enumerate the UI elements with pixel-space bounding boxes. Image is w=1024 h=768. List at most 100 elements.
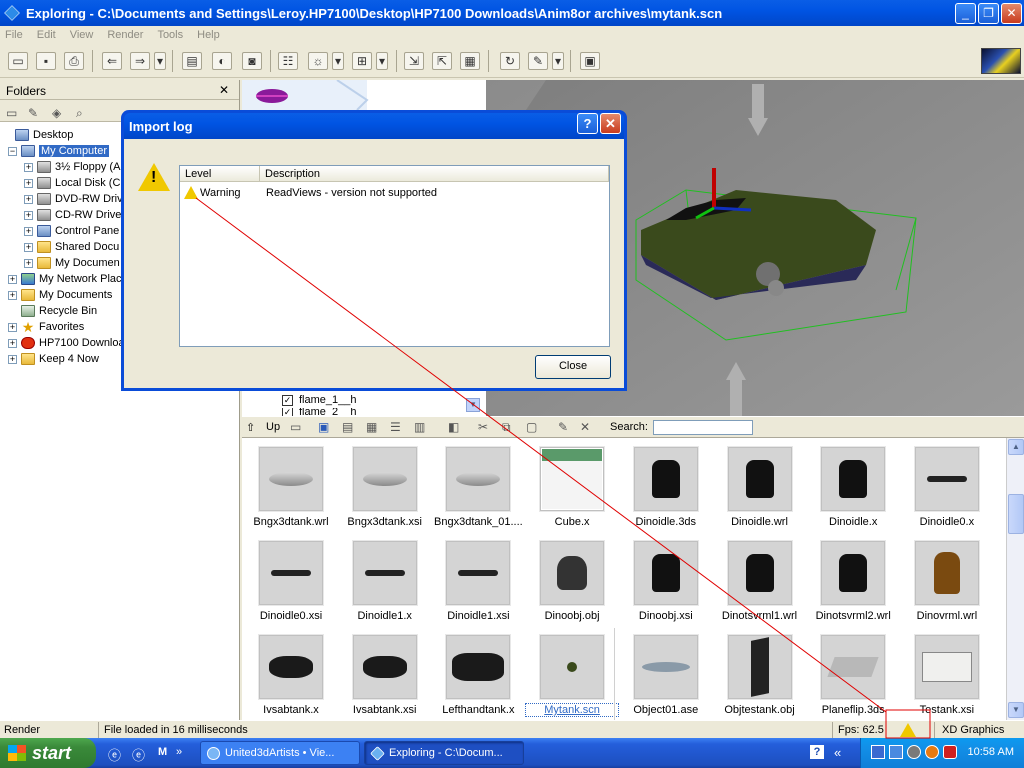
taskbar-item-united3dartists[interactable]: United3dArtists • Vie... [200, 741, 360, 765]
file-item[interactable]: Dinoobj.obj [526, 534, 618, 626]
close-button[interactable]: ✕ [1001, 3, 1022, 24]
file-item[interactable]: Dinoidle.x [807, 440, 899, 532]
import-icon[interactable]: ⇲ [404, 52, 424, 70]
light-icon[interactable]: ☼ [308, 52, 328, 70]
expand-icon[interactable]: + [8, 274, 17, 284]
expand-icon[interactable]: + [8, 354, 17, 364]
up-folder-icon[interactable]: ⇧ [246, 421, 255, 434]
file-item[interactable]: Dinoidle.wrl [714, 440, 806, 532]
tree-item[interactable]: + HP7100 Downloa [8, 335, 125, 351]
log-list[interactable]: Level Description Warning ReadViews - ve… [179, 165, 610, 347]
dropdown-icon[interactable]: ▾ [376, 52, 388, 70]
maximize-button[interactable]: ❐ [978, 3, 999, 24]
file-item[interactable]: Dinoidle0.x [901, 440, 993, 532]
help-icon[interactable]: ? [810, 745, 824, 759]
search-input[interactable] [653, 420, 753, 435]
cube-icon[interactable]: ◧ [448, 420, 459, 434]
dialog-close-icon[interactable]: ✕ [600, 113, 621, 134]
column-header-level[interactable]: Level [180, 166, 260, 182]
scroll-down-icon[interactable]: ▼ [1008, 702, 1024, 718]
delete-icon[interactable]: ✕ [580, 420, 590, 434]
outline-item[interactable]: ✓ flame_1__h [282, 392, 357, 408]
view-details-icon[interactable]: ▥ [414, 420, 425, 434]
quicklaunch-more-icon[interactable]: » [176, 746, 182, 758]
up-button[interactable]: Up [266, 421, 280, 433]
expand-icon[interactable]: + [8, 290, 17, 300]
help-button[interactable]: ? [577, 113, 598, 134]
file-item[interactable]: Dinotsvrml1.wrl [714, 534, 806, 626]
menu-help[interactable]: Help [197, 29, 220, 41]
expand-icon[interactable]: − [8, 146, 17, 156]
file-item[interactable]: Mytank.scn [525, 628, 620, 720]
file-item[interactable]: Bngx3dtank.xsi [339, 440, 431, 532]
tray-network-icon[interactable] [871, 745, 885, 759]
tag-icon[interactable]: ◈ [52, 106, 61, 120]
checkbox-icon[interactable]: ✓ [282, 408, 293, 416]
minimize-button[interactable]: _ [955, 3, 976, 24]
tree-item[interactable]: Recycle Bin [8, 303, 97, 319]
tree-item[interactable]: + My Documen [24, 255, 120, 271]
file-item[interactable]: Dinoidle1.xsi [432, 534, 524, 626]
expand-icon[interactable]: + [8, 322, 17, 332]
file-item[interactable]: Bngx3dtank.wrl [245, 440, 337, 532]
tray-disk-icon[interactable] [907, 745, 921, 759]
file-item[interactable]: Dinotsvrml2.wrl [807, 534, 899, 626]
rename-icon[interactable]: ✎ [558, 420, 568, 434]
tree-item[interactable]: +3½ Floppy (A [24, 159, 120, 175]
file-item[interactable]: Cube.x [526, 440, 618, 532]
tray-display-icon[interactable] [889, 745, 903, 759]
refresh-icon[interactable]: ↻ [500, 52, 520, 70]
file-item[interactable]: Planeflip.3ds [807, 628, 899, 720]
quicklaunch-browser-icon[interactable]: ⓔ [132, 745, 145, 764]
file-item[interactable]: Lefthandtank.x [432, 628, 524, 720]
textures-icon[interactable]: ▦ [460, 52, 480, 70]
menu-render[interactable]: Render [107, 29, 143, 41]
file-item[interactable]: Dinoidle.3ds [620, 440, 712, 532]
folder-up-icon[interactable]: ▭ [6, 106, 17, 120]
view-thumbnails-icon[interactable]: ▣ [318, 420, 329, 434]
expand-icon[interactable]: + [24, 226, 33, 236]
view-icons-icon[interactable]: ▦ [366, 420, 377, 434]
cut-icon[interactable]: ✂ [478, 420, 488, 434]
menu-edit[interactable]: Edit [37, 29, 56, 41]
edit-icon[interactable]: ✎ [28, 106, 38, 120]
dropdown-icon[interactable]: ▾ [552, 52, 564, 70]
new-folder-icon[interactable]: ▭ [290, 420, 301, 434]
file-item[interactable]: Ivsabtank.xsi [339, 628, 431, 720]
dialog-title-bar[interactable]: Import log [124, 113, 624, 139]
tray-security-icon[interactable] [943, 745, 957, 759]
grid-icon[interactable]: ⊞ [352, 52, 372, 70]
file-item[interactable]: Dinoidle1.x [339, 534, 431, 626]
render-icon[interactable]: ◐ [212, 52, 232, 70]
tree-item[interactable]: + DVD-RW Drive [24, 191, 129, 207]
close-button[interactable]: Close [535, 355, 611, 379]
file-item[interactable]: Object01.ase [620, 628, 712, 720]
quicklaunch-ie-icon[interactable]: ⓔ [108, 745, 121, 764]
close-folders-icon[interactable]: ✕ [219, 83, 229, 97]
folder-icon[interactable]: ▤ [182, 52, 202, 70]
taskbar-item-exploring[interactable]: Exploring - C:\Docum... [364, 741, 524, 765]
paste-icon[interactable]: ▢ [526, 420, 537, 434]
tree-item[interactable]: + CD-RW Drive [24, 207, 121, 223]
expand-icon[interactable]: + [24, 258, 33, 268]
tree-item[interactable]: + Control Pane [24, 223, 119, 239]
tree-item[interactable]: Desktop [2, 127, 73, 143]
vertical-scrollbar[interactable]: ▲ ▼ [1006, 438, 1024, 720]
quicklaunch-m-icon[interactable]: M [158, 746, 167, 758]
chevron-left-icon[interactable]: « [834, 745, 841, 760]
expand-icon[interactable]: + [24, 178, 33, 188]
file-item[interactable]: Ivsabtank.x [245, 628, 337, 720]
view-list-icon[interactable]: ☰ [390, 420, 401, 434]
scroll-down-icon[interactable]: ▼ [466, 398, 480, 412]
new-icon[interactable]: ▭ [8, 52, 28, 70]
save-icon[interactable]: ▪ [36, 52, 56, 70]
file-item[interactable]: Dinoobj.xsi [620, 534, 712, 626]
view-tiles-icon[interactable]: ▤ [342, 420, 353, 434]
forward-icon[interactable]: ⇒ [130, 52, 150, 70]
properties-icon[interactable]: ☷ [278, 52, 298, 70]
column-header-description[interactable]: Description [260, 166, 609, 182]
tree-item[interactable]: + My Documents [8, 287, 112, 303]
export-icon[interactable]: ⇱ [432, 52, 452, 70]
checkbox-icon[interactable]: ✓ [282, 394, 293, 406]
file-item[interactable]: Objtestank.obj [714, 628, 806, 720]
